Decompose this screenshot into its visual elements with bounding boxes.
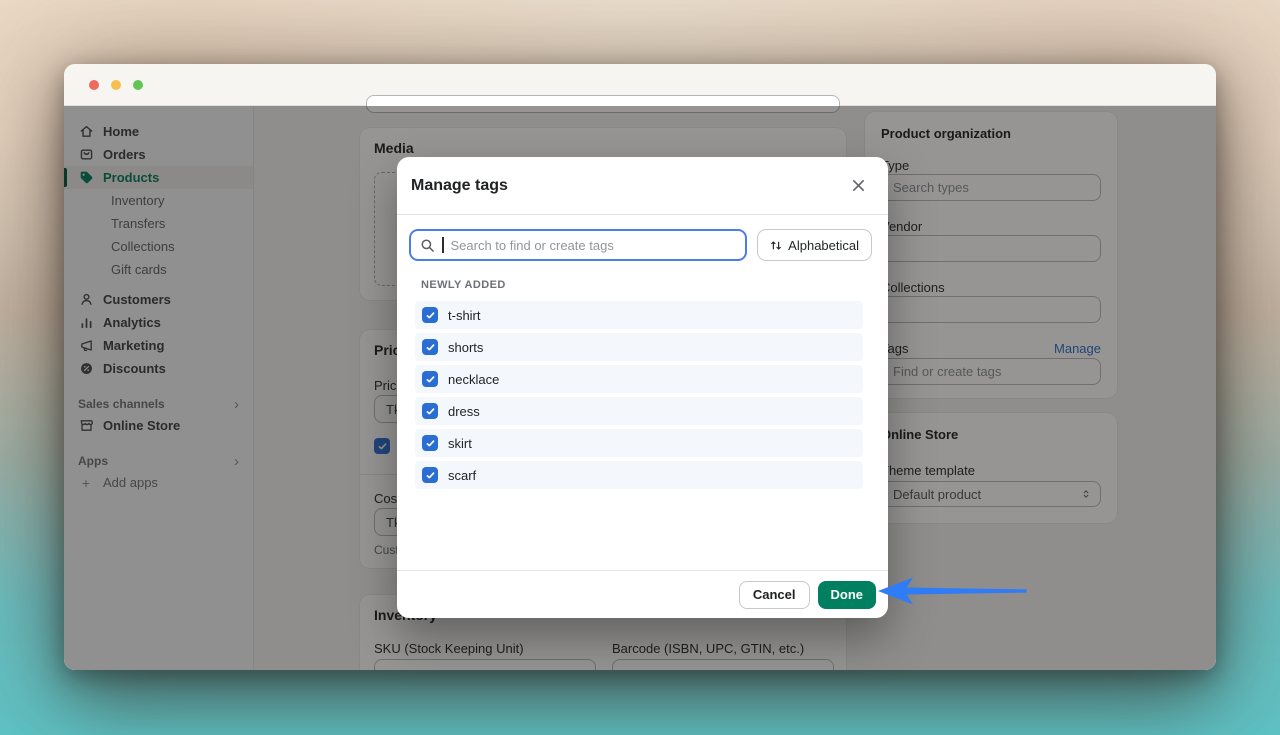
tag-label: dress [448,404,480,419]
close-window-button[interactable] [89,80,99,90]
check-icon [425,470,436,481]
tag-label: necklace [448,372,499,387]
modal-title: Manage tags [411,177,508,195]
tag-checkbox-checked[interactable] [422,467,438,483]
tag-checkbox-checked[interactable] [422,403,438,419]
modal-footer: Cancel Done [397,570,888,618]
maximize-window-button[interactable] [133,80,143,90]
check-icon [425,438,436,449]
minimize-window-button[interactable] [111,80,121,90]
modal-body: Alphabetical NEWLY ADDED t-shirt shorts … [397,215,888,489]
modal-close-button[interactable] [844,172,872,200]
done-button[interactable]: Done [818,581,877,609]
tag-checkbox-checked[interactable] [422,307,438,323]
tag-label: t-shirt [448,308,481,323]
tag-checkbox-checked[interactable] [422,371,438,387]
tag-row-necklace[interactable]: necklace [415,365,863,393]
tag-row-skirt[interactable]: skirt [415,429,863,457]
close-icon [851,178,866,193]
check-icon [425,342,436,353]
alphabetical-sort-button[interactable]: Alphabetical [757,229,872,261]
search-icon [420,238,435,253]
sort-arrows-icon [770,239,782,252]
tag-search-input[interactable] [451,238,737,253]
check-icon [425,374,436,385]
cancel-button[interactable]: Cancel [739,581,810,609]
newly-added-section-label: NEWLY ADDED [421,279,872,291]
tag-row-t-shirt[interactable]: t-shirt [415,301,863,329]
tag-label: shorts [448,340,483,355]
tag-label: skirt [448,436,472,451]
tag-row-dress[interactable]: dress [415,397,863,425]
manage-tags-modal: Manage tags Alphabetical NEWLY ADDED [397,157,888,618]
desktop-background: Home Orders Products Inventory Transfers [0,0,1280,735]
annotation-arrow-pointing-done [877,576,1029,606]
tag-label: scarf [448,468,476,483]
tag-checkbox-checked[interactable] [422,339,438,355]
tag-row-shorts[interactable]: shorts [415,333,863,361]
tag-checkbox-checked[interactable] [422,435,438,451]
modal-header: Manage tags [397,157,888,215]
text-cursor [442,237,444,253]
tag-row-scarf[interactable]: scarf [415,461,863,489]
check-icon [425,406,436,417]
tag-search-box[interactable] [409,229,747,261]
check-icon [425,310,436,321]
